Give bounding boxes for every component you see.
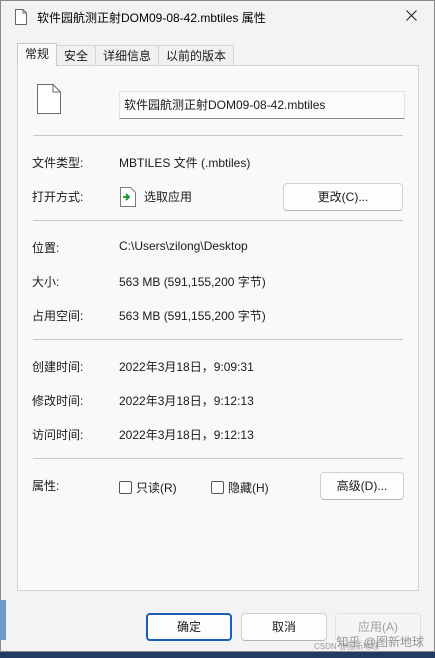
file-name-input[interactable]: 软件园航测正射DOM09-08-42.mbtiles	[119, 91, 405, 119]
modified-value: 2022年3月18日，9:12:13	[119, 394, 254, 408]
advanced-button[interactable]: 高级(D)...	[320, 472, 404, 500]
tab-previous-versions[interactable]: 以前的版本	[158, 45, 235, 65]
tab-details[interactable]: 详细信息	[95, 45, 160, 65]
desktop-edge	[0, 600, 6, 640]
tab-security[interactable]: 安全	[56, 45, 97, 65]
tab-strip: 常规 安全 详细信息 以前的版本	[17, 43, 235, 66]
general-panel: 软件园航测正射DOM09-08-42.mbtiles 文件类型: MBTILES…	[17, 65, 419, 591]
created-label: 创建时间:	[32, 360, 84, 374]
hidden-checkbox[interactable]: 隐藏(H)	[211, 479, 269, 496]
close-icon	[405, 10, 417, 24]
accessed-value: 2022年3月18日，9:12:13	[119, 428, 254, 442]
open-with-label: 打开方式:	[32, 190, 84, 204]
divider	[33, 220, 403, 221]
properties-dialog: 软件园航测正射DOM09-08-42.mbtiles 属性 常规 安全 详细信息…	[0, 0, 435, 652]
divider	[33, 339, 403, 340]
ok-button[interactable]: 确定	[146, 613, 232, 641]
location-label: 位置:	[32, 241, 60, 255]
readonly-checkbox[interactable]: 只读(R)	[119, 479, 177, 496]
title-bar[interactable]: 软件园航测正射DOM09-08-42.mbtiles 属性	[1, 1, 434, 33]
close-button[interactable]	[388, 1, 434, 33]
watermark-small: CSDN @图新地球	[314, 642, 380, 651]
file-icon	[37, 84, 61, 117]
size-value: 563 MB (591,155,200 字节)	[119, 275, 266, 289]
divider	[33, 458, 403, 459]
change-app-button[interactable]: 更改(C)...	[283, 183, 403, 211]
window-title: 软件园航测正射DOM09-08-42.mbtiles 属性	[37, 11, 266, 25]
size-on-disk-value: 563 MB (591,155,200 字节)	[119, 309, 266, 323]
file-type-value: MBTILES 文件 (.mbtiles)	[119, 156, 251, 170]
cancel-button[interactable]: 取消	[241, 613, 327, 641]
readonly-checkbox-label: 只读(R)	[136, 481, 177, 495]
choose-app-icon	[120, 187, 136, 207]
modified-label: 修改时间:	[32, 394, 84, 408]
location-value: C:\Users\zilong\Desktop	[119, 239, 248, 253]
open-with-value: 选取应用	[144, 190, 193, 204]
divider	[33, 135, 403, 136]
hidden-checkbox-label: 隐藏(H)	[228, 481, 269, 495]
attributes-label: 属性:	[32, 479, 60, 493]
size-label: 大小:	[32, 275, 60, 289]
file-type-label: 文件类型:	[32, 156, 84, 170]
created-value: 2022年3月18日，9:09:31	[119, 360, 254, 374]
desktop-bottom-edge	[0, 652, 435, 658]
tab-general[interactable]: 常规	[17, 43, 58, 66]
accessed-label: 访问时间:	[32, 428, 84, 442]
hidden-checkbox-box[interactable]	[211, 481, 224, 494]
readonly-checkbox-box[interactable]	[119, 481, 132, 494]
document-icon	[15, 9, 27, 25]
size-on-disk-label: 占用空间:	[32, 309, 84, 323]
